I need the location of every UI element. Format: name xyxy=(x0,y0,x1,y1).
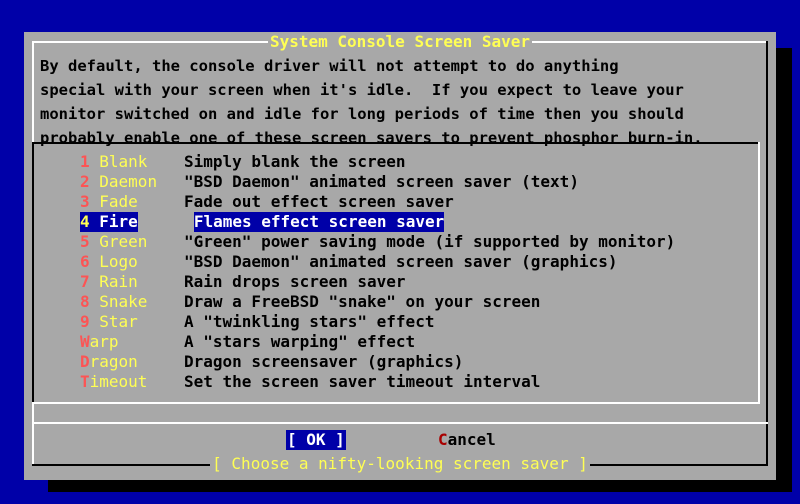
item-hotkey: 3 xyxy=(80,192,90,211)
item-description: "Green" power saving mode (if supported … xyxy=(184,232,676,251)
item-hotkey: T xyxy=(80,372,90,391)
list-border-bottom xyxy=(32,402,760,404)
item-tag-label: Fire xyxy=(89,212,138,231)
item-hotkey: 8 xyxy=(80,292,90,311)
list-item-timeout[interactable]: Timeout Set the screen saver timeout int… xyxy=(80,372,675,392)
list-item-fire[interactable]: 4 Fire Flames effect screen saver xyxy=(80,212,675,232)
list-item-star[interactable]: 9 Star A "twinkling stars" effect xyxy=(80,312,675,332)
item-description: A "twinkling stars" effect xyxy=(184,312,435,331)
item-tag-label: Daemon xyxy=(89,172,158,191)
screen-saver-dialog: System Console Screen Saver By default, … xyxy=(24,32,776,480)
button-separator xyxy=(32,422,768,424)
item-tag-label: imeout xyxy=(89,372,148,391)
item-description: A "stars warping" effect xyxy=(184,332,416,351)
list-item-blank[interactable]: 1 Blank Simply blank the screen xyxy=(80,152,675,172)
item-tag-label: Fade xyxy=(89,192,138,211)
item-description: "BSD Daemon" animated screen saver (text… xyxy=(184,172,579,191)
item-tag-label: Blank xyxy=(89,152,148,171)
dialog-title: System Console Screen Saver xyxy=(267,32,533,51)
list-item-fade[interactable]: 3 Fade Fade out effect screen saver xyxy=(80,192,675,212)
item-description: Dragon screensaver (graphics) xyxy=(184,352,464,371)
prompt-bar: [ Choose a nifty-looking screen saver ] xyxy=(24,454,776,474)
ok-label: OK xyxy=(306,430,326,449)
description-line: special with your screen when it's idle.… xyxy=(40,81,684,99)
item-tag: Dragon xyxy=(80,352,184,372)
item-tag: 5 Green xyxy=(80,232,184,252)
item-tag: Timeout xyxy=(80,372,184,392)
item-tag-label: ragon xyxy=(89,352,138,371)
dialog-description: By default, the console driver will not … xyxy=(40,54,770,150)
item-hotkey: 2 xyxy=(80,172,90,191)
ok-bracket-open: [ xyxy=(287,430,307,449)
item-tag: 2 Daemon xyxy=(80,172,184,192)
item-description: Fade out effect screen saver xyxy=(184,192,454,211)
console-screen: System Console Screen Saver By default, … xyxy=(0,0,800,504)
item-tag-label: Star xyxy=(89,312,138,331)
dialog-title-bar: System Console Screen Saver xyxy=(24,32,776,52)
screen-saver-list[interactable]: 1 Blank Simply blank the screen 2 Daemon… xyxy=(32,142,760,404)
list-item-snake[interactable]: 8 Snake Draw a FreeBSD "snake" on your s… xyxy=(80,292,675,312)
item-hotkey: 6 xyxy=(80,252,90,271)
list-item-rain[interactable]: 7 Rain Rain drops screen saver xyxy=(80,272,675,292)
item-hotkey: 1 xyxy=(80,152,90,171)
list-border-left xyxy=(32,142,34,404)
item-description: Draw a FreeBSD "snake" on your screen xyxy=(184,292,541,311)
item-tag: Warp xyxy=(80,332,184,352)
ok-button[interactable]: [ OK ] xyxy=(286,430,346,450)
list-item-dragon[interactable]: Dragon Dragon screensaver (graphics) xyxy=(80,352,675,372)
item-tag-label: arp xyxy=(89,332,119,351)
item-tag: 4 Fire xyxy=(80,212,138,232)
item-hotkey: 7 xyxy=(80,272,90,291)
item-description: Rain drops screen saver xyxy=(184,272,406,291)
item-description: Set the screen saver timeout interval xyxy=(184,372,541,391)
item-hotkey: 5 xyxy=(80,232,90,251)
item-tag-label: Logo xyxy=(89,252,138,271)
item-tag-label: Rain xyxy=(89,272,138,291)
button-row: [ OK ] Cancel xyxy=(24,430,776,450)
item-tag: 7 Rain xyxy=(80,272,184,292)
cancel-button[interactable]: Cancel xyxy=(438,430,496,450)
item-hotkey: W xyxy=(80,332,90,351)
item-tag: 8 Snake xyxy=(80,292,184,312)
item-tag: 9 Star xyxy=(80,312,184,332)
list-item-green[interactable]: 5 Green "Green" power saving mode (if su… xyxy=(80,232,675,252)
item-hotkey: D xyxy=(80,352,90,371)
list-border-top xyxy=(32,142,760,144)
list-item-logo[interactable]: 6 Logo "BSD Daemon" animated screen save… xyxy=(80,252,675,272)
list-item-daemon[interactable]: 2 Daemon "BSD Daemon" animated screen sa… xyxy=(80,172,675,192)
item-tag-label: Snake xyxy=(89,292,148,311)
item-hotkey: 4 xyxy=(80,212,90,231)
item-description: "BSD Daemon" animated screen saver (grap… xyxy=(184,252,618,271)
description-line: By default, the console driver will not … xyxy=(40,57,619,75)
item-tag-label: Green xyxy=(89,232,148,251)
item-tag: 6 Logo xyxy=(80,252,184,272)
prompt-text: [ Choose a nifty-looking screen saver ] xyxy=(210,454,590,473)
item-description: Simply blank the screen xyxy=(184,152,406,171)
list-items: 1 Blank Simply blank the screen 2 Daemon… xyxy=(80,152,675,392)
ok-bracket-close: ] xyxy=(325,430,345,449)
list-border-right xyxy=(758,142,760,404)
item-hotkey: 9 xyxy=(80,312,90,331)
item-spacer xyxy=(138,212,194,232)
item-tag: 1 Blank xyxy=(80,152,184,172)
item-tag: 3 Fade xyxy=(80,192,184,212)
list-item-warp[interactable]: Warp A "stars warping" effect xyxy=(80,332,675,352)
cancel-hotkey: C xyxy=(438,430,448,449)
cancel-label: ancel xyxy=(447,430,496,449)
description-line: monitor switched on and idle for long pe… xyxy=(40,105,684,123)
item-description: Flames effect screen saver xyxy=(193,212,445,232)
